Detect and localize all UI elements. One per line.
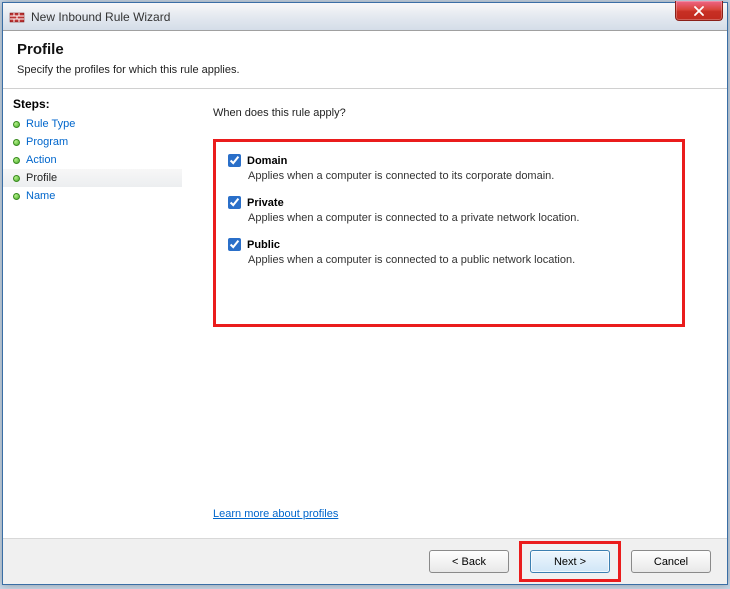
step-profile[interactable]: Profile — [3, 169, 182, 187]
option-description: Applies when a computer is connected to … — [248, 170, 670, 182]
step-label: Rule Type — [26, 118, 75, 130]
bullet-icon — [13, 139, 20, 146]
steps-title: Steps: — [3, 95, 182, 115]
step-rule-type[interactable]: Rule Type — [3, 115, 182, 133]
page-subtitle: Specify the profiles for which this rule… — [17, 64, 713, 76]
option-label: Domain — [247, 155, 287, 167]
page-title: Profile — [17, 41, 713, 58]
step-name[interactable]: Name — [3, 187, 182, 205]
option-domain: Domain Applies when a computer is connec… — [228, 154, 670, 182]
cancel-button[interactable]: Cancel — [631, 550, 711, 573]
profile-options-group: Domain Applies when a computer is connec… — [213, 139, 685, 327]
step-label: Name — [26, 190, 55, 202]
wizard-header: Profile Specify the profiles for which t… — [3, 31, 727, 89]
learn-more-link[interactable]: Learn more about profiles — [213, 508, 338, 520]
titlebar[interactable]: New Inbound Rule Wizard — [3, 3, 727, 31]
wizard-window: New Inbound Rule Wizard Profile Specify … — [2, 2, 728, 585]
bullet-icon — [13, 121, 20, 128]
step-action[interactable]: Action — [3, 151, 182, 169]
next-button[interactable]: Next > — [530, 550, 610, 573]
option-description: Applies when a computer is connected to … — [248, 212, 670, 224]
wizard-body: Steps: Rule Type Program Action Profile … — [3, 89, 727, 538]
step-label: Action — [26, 154, 57, 166]
option-private: Private Applies when a computer is conne… — [228, 196, 670, 224]
checkbox-public[interactable] — [228, 238, 241, 251]
checkbox-private[interactable] — [228, 196, 241, 209]
firewall-icon — [9, 9, 25, 25]
window-title: New Inbound Rule Wizard — [31, 10, 170, 24]
next-highlight: Next > — [519, 541, 621, 582]
step-program[interactable]: Program — [3, 133, 182, 151]
main-panel: When does this rule apply? Domain Applie… — [183, 89, 727, 538]
option-public: Public Applies when a computer is connec… — [228, 238, 670, 266]
step-label: Program — [26, 136, 68, 148]
steps-sidebar: Steps: Rule Type Program Action Profile … — [3, 89, 183, 538]
option-label: Private — [247, 197, 284, 209]
option-label: Public — [247, 239, 280, 251]
wizard-footer: < Back Next > Cancel — [3, 538, 727, 584]
close-button[interactable] — [675, 1, 723, 21]
bullet-icon — [13, 157, 20, 164]
bullet-icon — [13, 193, 20, 200]
checkbox-domain[interactable] — [228, 154, 241, 167]
option-description: Applies when a computer is connected to … — [248, 254, 670, 266]
close-icon — [694, 6, 704, 16]
step-label: Profile — [26, 172, 57, 184]
bullet-icon — [13, 175, 20, 182]
question-text: When does this rule apply? — [213, 107, 705, 119]
back-button[interactable]: < Back — [429, 550, 509, 573]
